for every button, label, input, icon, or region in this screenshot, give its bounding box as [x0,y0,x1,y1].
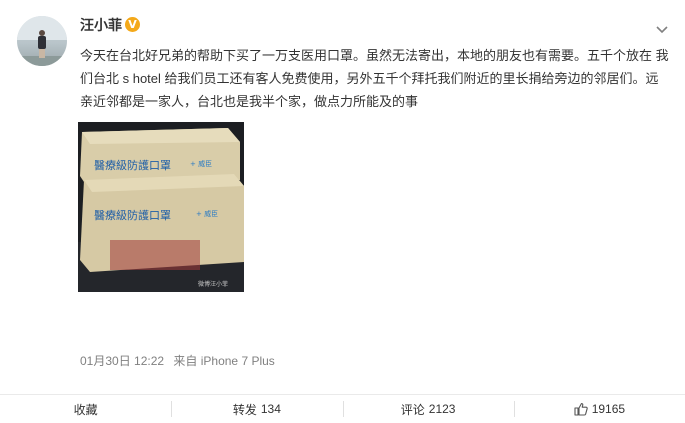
post-meta: 01月30日 12:22 来自 iPhone 7 Plus [80,353,275,369]
box-label-bottom: 醫療級防護口罩 [94,208,171,222]
post-source: 来自 iPhone 7 Plus [173,354,275,368]
like-button[interactable]: 19165 [513,395,685,423]
box-brand-top: + 威臣 [190,159,212,168]
comment-count: 2123 [428,402,456,416]
repost-label: 转发 [232,402,257,417]
username[interactable]: 汪小菲 [80,16,122,34]
comment-label: 评论 [400,402,425,417]
avatar[interactable] [17,16,67,66]
chevron-down-icon[interactable] [655,20,669,34]
like-count: 19165 [591,402,626,416]
comment-button[interactable]: 评论 2123 [342,395,514,423]
favorite-button[interactable]: 收藏 [0,395,171,423]
repost-count: 134 [260,402,281,416]
avatar-person [36,30,48,58]
box-brand-bottom: + 威臣 [196,209,218,218]
post-text: 今天在台北好兄弟的帮助下买了一万支医用口罩。虽然无法寄出，本地的朋友也有需要。五… [80,48,669,109]
favorite-label: 收藏 [73,402,98,417]
post-image[interactable]: 醫療級防護口罩 + 威臣 醫療級防護口罩 + 威臣 微博汪小菲 [78,122,244,292]
post-time[interactable]: 01月30日 12:22 [80,354,164,368]
box-label-top: 醫療級防護口罩 [94,158,171,172]
verified-badge-icon: V [125,17,140,32]
image-watermark: 微博汪小菲 [198,280,228,288]
weibo-post-card: 汪小菲 V 今天在台北好兄弟的帮助下买了一万支医用口罩。虽然无法寄出，本地的朋友… [0,0,685,422]
repost-button[interactable]: 转发 134 [171,395,342,423]
action-bar: 收藏 转发 134 评论 2123 19165 [0,394,685,423]
thumbs-up-icon [574,402,588,416]
